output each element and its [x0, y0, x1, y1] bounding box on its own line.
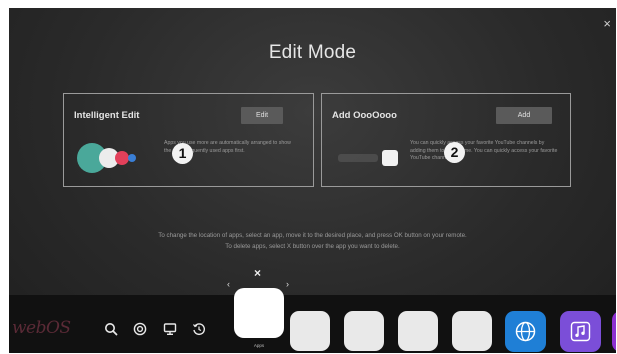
- instruction-text: To change the location of apps, select a…: [158, 232, 467, 239]
- delete-app-icon[interactable]: ×: [254, 266, 261, 280]
- edit-button[interactable]: Edit: [241, 107, 283, 124]
- webos-logo: webOS: [12, 318, 71, 338]
- intelligent-edit-panel: Intelligent Edit Edit Apps you use more …: [63, 93, 314, 187]
- callout-badge: 2: [444, 142, 465, 163]
- panel-title: Intelligent Edit: [74, 110, 140, 121]
- intelligent-edit-illustration: [77, 143, 136, 173]
- chevron-right-icon[interactable]: ›: [286, 279, 289, 289]
- app-tile[interactable]: [612, 311, 616, 352]
- page-title: Edit Mode: [268, 42, 357, 63]
- selected-app-tile[interactable]: [234, 288, 284, 338]
- input-icon[interactable]: [163, 322, 177, 336]
- add-channel-illustration: [338, 150, 398, 166]
- chevron-left-icon[interactable]: ‹: [227, 279, 230, 289]
- web-browser-app[interactable]: [505, 311, 546, 352]
- faded-bar: [338, 154, 378, 162]
- toggle-knob: [382, 150, 398, 166]
- launcher-bar: webOS Apps: [9, 288, 616, 353]
- callout-badge: 1: [172, 143, 193, 164]
- panel-description: You can quickly access your favorite You…: [410, 140, 558, 161]
- app-tile[interactable]: [290, 311, 330, 351]
- history-icon[interactable]: [192, 322, 206, 336]
- edit-mode-screen: × Edit Mode Intelligent Edit Edit Apps y…: [9, 8, 616, 353]
- blue-circle: [128, 154, 136, 162]
- add-channel-panel: Add OooOooo Add You can quickly access y…: [321, 93, 571, 187]
- add-button[interactable]: Add: [496, 107, 552, 124]
- settings-icon[interactable]: [133, 322, 147, 336]
- app-tile[interactable]: [452, 311, 492, 351]
- globe-icon: [515, 321, 536, 342]
- music-app[interactable]: [560, 311, 601, 352]
- app-tile[interactable]: [344, 311, 384, 351]
- selected-app-label: Apps: [253, 343, 265, 348]
- instruction-text: To delete apps, select X button over the…: [225, 243, 400, 250]
- panel-title: Add OooOooo: [332, 110, 397, 121]
- music-note-icon: [570, 321, 591, 342]
- app-tile[interactable]: [398, 311, 438, 351]
- red-circle: [115, 151, 129, 165]
- close-icon[interactable]: ×: [603, 17, 611, 30]
- search-icon[interactable]: [104, 322, 118, 336]
